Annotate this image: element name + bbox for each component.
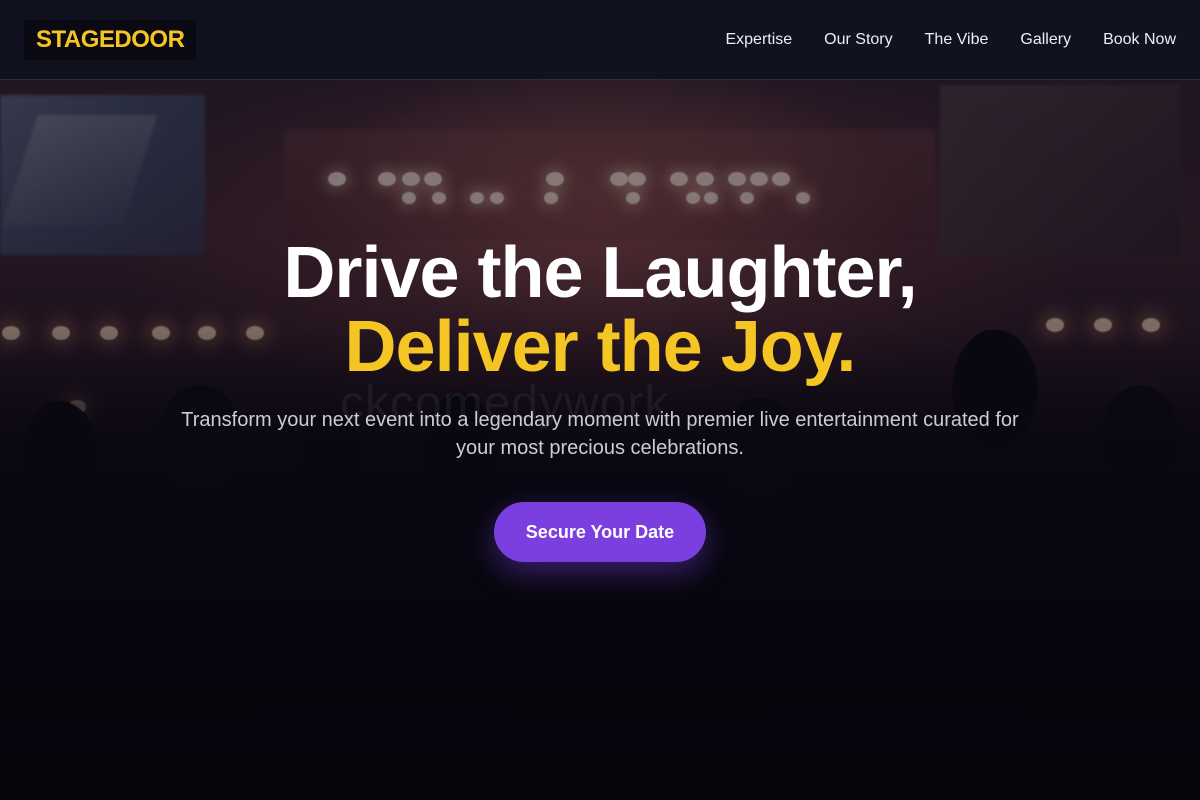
hero-section: ckcomedywork Drive the Laughter, Deliver… [0,236,1200,562]
secure-date-button[interactable]: Secure Your Date [494,502,706,562]
nav-link-book-now[interactable]: Book Now [1103,31,1176,49]
nav-link-expertise[interactable]: Expertise [725,31,792,49]
main-nav: Expertise Our Story The Vibe Gallery Boo… [725,31,1176,49]
nav-link-our-story[interactable]: Our Story [824,31,892,49]
headline-line-2: Deliver the Joy. [344,307,857,387]
hero-headline: Drive the Laughter, Deliver the Joy. [0,236,1200,384]
page: STAGEDOOR Expertise Our Story The Vibe G… [0,0,1200,800]
headline-line-1: Drive the Laughter, [283,233,917,313]
hero-subtitle: Transform your next event into a legenda… [181,409,1019,459]
nav-link-gallery[interactable]: Gallery [1020,31,1071,49]
navbar: STAGEDOOR Expertise Our Story The Vibe G… [0,0,1200,80]
logo[interactable]: STAGEDOOR [24,19,197,60]
nav-link-the-vibe[interactable]: The Vibe [925,31,989,49]
